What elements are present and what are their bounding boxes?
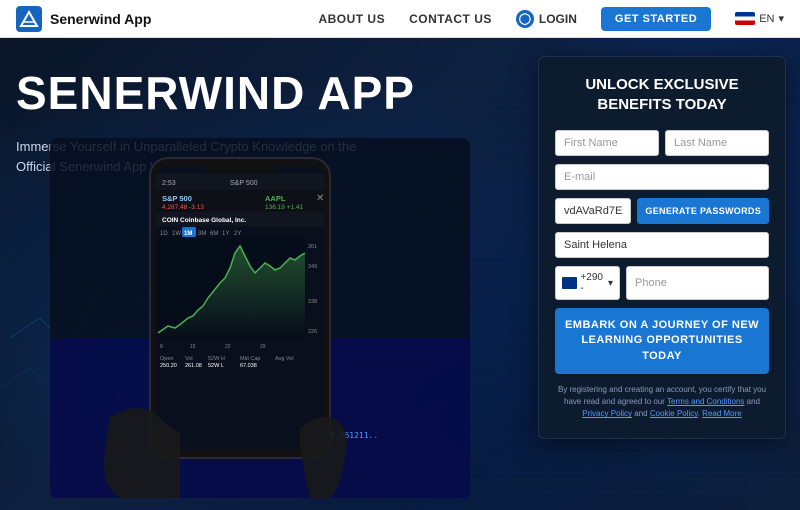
terms-text: By registering and creating an account, … [555,384,769,420]
logo-icon [16,6,42,32]
hero-title: SENERWIND APP [16,68,486,119]
email-row [555,164,769,190]
country-row [555,232,769,258]
privacy-link[interactable]: Privacy Policy [582,409,632,418]
phone-row: +290 - ▾ [555,266,769,300]
language-selector[interactable]: EN ▾ [735,12,784,25]
chevron-down-icon: ▾ [778,12,784,25]
flag-icon [735,12,755,25]
hero-subtitle: Immerse Yourself in Unparalleled Crypto … [16,137,396,179]
hero-section: SENERWIND APP Immerse Yourself in Unpara… [0,38,800,510]
email-input[interactable] [555,164,769,190]
last-name-input[interactable] [665,130,769,156]
hero-left: SENERWIND APP Immerse Yourself in Unpara… [16,68,486,178]
nav-about[interactable]: ABOUT US [318,12,385,26]
country-input[interactable] [555,232,769,258]
phone-prefix-label: +290 - [580,272,605,294]
cookie-link[interactable]: Cookie Policy [650,409,698,418]
generate-password-button[interactable]: GENERATE PASSWORDS [637,198,769,224]
terms-link[interactable]: Terms and Conditions [667,397,744,406]
nav-links: ABOUT US CONTACT US ◯ LOGIN GET STARTED … [318,7,784,31]
first-name-input[interactable] [555,130,659,156]
embark-button[interactable]: EMBARK ON A JOURNEY OF NEW LEARNING OPPO… [555,308,769,374]
login-label: LOGIN [539,12,577,26]
prefix-chevron-icon: ▾ [608,278,613,289]
registration-panel: UNLOCK EXCLUSIVE BENEFITS TODAY GENERATE… [538,56,786,439]
read-more-link[interactable]: Read More [702,409,742,418]
phone-input[interactable] [626,266,769,300]
panel-title: UNLOCK EXCLUSIVE BENEFITS TODAY [555,75,769,114]
nav-login[interactable]: ◯ LOGIN [516,10,577,28]
phone-prefix-selector[interactable]: +290 - ▾ [555,266,620,300]
user-icon: ◯ [516,10,534,28]
password-row: GENERATE PASSWORDS [555,198,769,224]
lang-label: EN [759,13,774,25]
logo-text: Senerwind App [50,11,151,27]
saint-helena-flag [562,277,577,289]
nav-contact[interactable]: CONTACT US [409,12,492,26]
name-row [555,130,769,156]
password-input[interactable] [555,198,631,224]
get-started-button[interactable]: GET STARTED [601,7,711,31]
logo[interactable]: Senerwind App [16,6,151,32]
navbar: Senerwind App ABOUT US CONTACT US ◯ LOGI… [0,0,800,38]
